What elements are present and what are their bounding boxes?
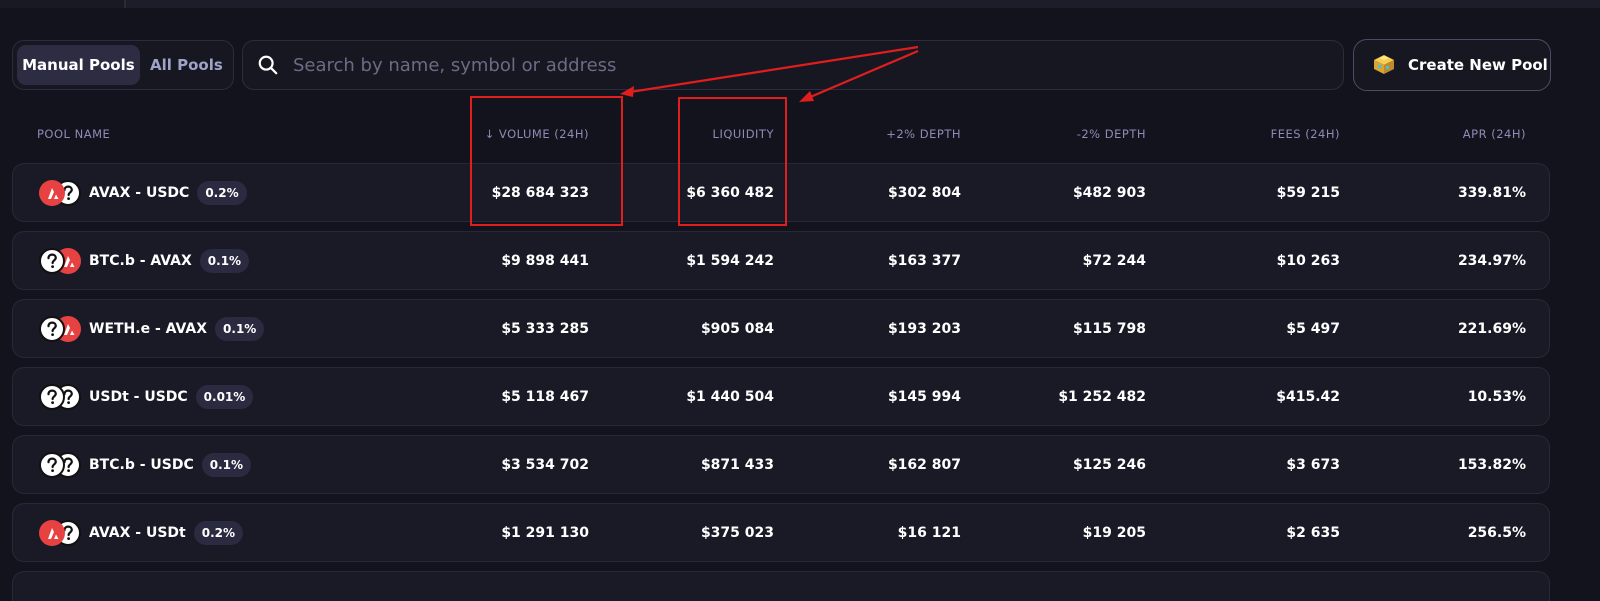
cell-depth-plus: $163 377 [887,252,961,269]
cell-depth-plus: $16 121 [897,524,961,541]
search-icon [258,55,278,75]
pair-name: BTC.b - AVAX [89,252,192,269]
unknown-token-icon [39,383,65,410]
cell-apr: 221.69% [1457,320,1526,337]
cell-depth-minus: $115 798 [1072,320,1146,337]
search-input[interactable] [293,41,1343,89]
fee-badge: 0.1% [215,316,265,341]
pool-name-cell: USDt - USDC 0.01% [39,368,254,425]
table-row[interactable]: AVAX - USDt 0.2% $1 291 130 $375 023 $16 121… [12,503,1550,562]
column-header-depth-minus[interactable]: -2% DEPTH [1077,127,1146,141]
cell-depth-minus: $1 252 482 [1058,388,1146,405]
cell-apr: 256.5% [1467,524,1526,541]
unknown-token-icon [39,315,65,342]
pool-blocks-icon [1374,55,1394,74]
cell-volume: $9 898 441 [501,252,589,269]
pool-name-cell: WETH.e - AVAX 0.1% [39,300,265,357]
cell-fees: $5 497 [1286,320,1340,337]
cell-fees: $59 215 [1276,184,1340,201]
all-pools-tab[interactable]: All Pools [144,45,229,85]
cell-apr: 339.81% [1457,184,1526,201]
token-pair-icons [39,451,81,478]
cell-fees: $3 673 [1286,456,1340,473]
column-header-apr[interactable]: APR (24H) [1463,127,1526,141]
table-row[interactable]: BTC.b - USDC 0.1% $3 534 702 $871 433 $162 8… [12,435,1550,494]
cell-volume: $3 534 702 [501,456,589,473]
cell-liquidity: $1 440 504 [686,388,774,405]
pool-name-cell: AVAX - USDC 0.2% [39,164,247,221]
create-new-pool-label: Create New Pool [1408,56,1548,74]
avax-token-icon [39,519,65,546]
create-new-pool-button[interactable]: Create New Pool [1353,39,1551,91]
cell-depth-minus: $482 903 [1072,184,1146,201]
cell-apr: 153.82% [1457,456,1526,473]
pool-name-cell: BTC.b - AVAX 0.1% [39,232,250,289]
cell-liquidity: $871 433 [700,456,774,473]
cell-depth-plus: $162 807 [887,456,961,473]
avax-token-icon [39,179,65,206]
manual-pools-tab[interactable]: Manual Pools [17,45,140,85]
cell-depth-plus: $193 203 [887,320,961,337]
cell-volume: $5 118 467 [501,388,589,405]
search-box[interactable] [242,40,1344,90]
column-header-fees[interactable]: FEES (24H) [1271,127,1340,141]
table-row[interactable]: BTC.b - AVAX 0.1% $9 898 441 $1 594 242 $163… [12,231,1550,290]
fee-badge: 0.01% [195,384,254,409]
table-row-partial[interactable] [12,571,1550,601]
pair-name: WETH.e - AVAX [89,320,208,337]
cell-fees: $2 635 [1286,524,1340,541]
column-header-depth-plus[interactable]: +2% DEPTH [886,127,961,141]
cell-apr: 234.97% [1457,252,1526,269]
cell-liquidity: $905 084 [700,320,774,337]
fee-badge: 0.1% [201,452,252,477]
pool-name-cell: BTC.b - USDC 0.1% [39,436,252,493]
cell-fees: $10 263 [1276,252,1340,269]
fee-badge: 0.2% [193,520,244,545]
column-header-pool-name[interactable]: POOL NAME [37,127,110,141]
cell-depth-minus: $19 205 [1082,524,1146,541]
cell-depth-plus: $145 994 [887,388,961,405]
table-row[interactable]: USDt - USDC 0.01% $5 118 467 $1 440 504 $145… [12,367,1550,426]
pool-name-cell: AVAX - USDt 0.2% [39,504,244,561]
cell-fees: $415.42 [1276,388,1340,405]
table-row[interactable]: WETH.e - AVAX 0.1% $5 333 285 $905 084 $193 … [12,299,1550,358]
annotation-box-liquidity [678,97,787,226]
cell-apr: 10.53% [1467,388,1526,405]
token-pair-icons [39,519,81,546]
pair-name: BTC.b - USDC [89,456,194,473]
cell-depth-plus: $302 804 [887,184,961,201]
cell-liquidity: $375 023 [700,524,774,541]
pair-name: AVAX - USDC [89,184,190,201]
unknown-token-icon [39,247,65,274]
pair-name: AVAX - USDt [89,524,186,541]
pair-name: USDt - USDC [89,388,188,405]
cell-liquidity: $1 594 242 [686,252,774,269]
fee-badge: 0.1% [199,248,250,273]
cell-depth-minus: $125 246 [1072,456,1146,473]
unknown-token-icon [39,451,65,478]
cell-volume: $5 333 285 [501,320,589,337]
token-pair-icons [39,247,81,274]
top-tab-bar [0,0,1600,8]
annotation-box-volume [470,96,623,226]
cell-volume: $1 291 130 [501,524,589,541]
token-pair-icons [39,315,81,342]
top-tab-edge [0,0,126,8]
fee-badge: 0.2% [197,180,247,205]
token-pair-icons [39,383,81,410]
token-pair-icons [39,179,81,206]
pool-type-toggle: Manual Pools All Pools [12,40,234,90]
cell-depth-minus: $72 244 [1082,252,1146,269]
